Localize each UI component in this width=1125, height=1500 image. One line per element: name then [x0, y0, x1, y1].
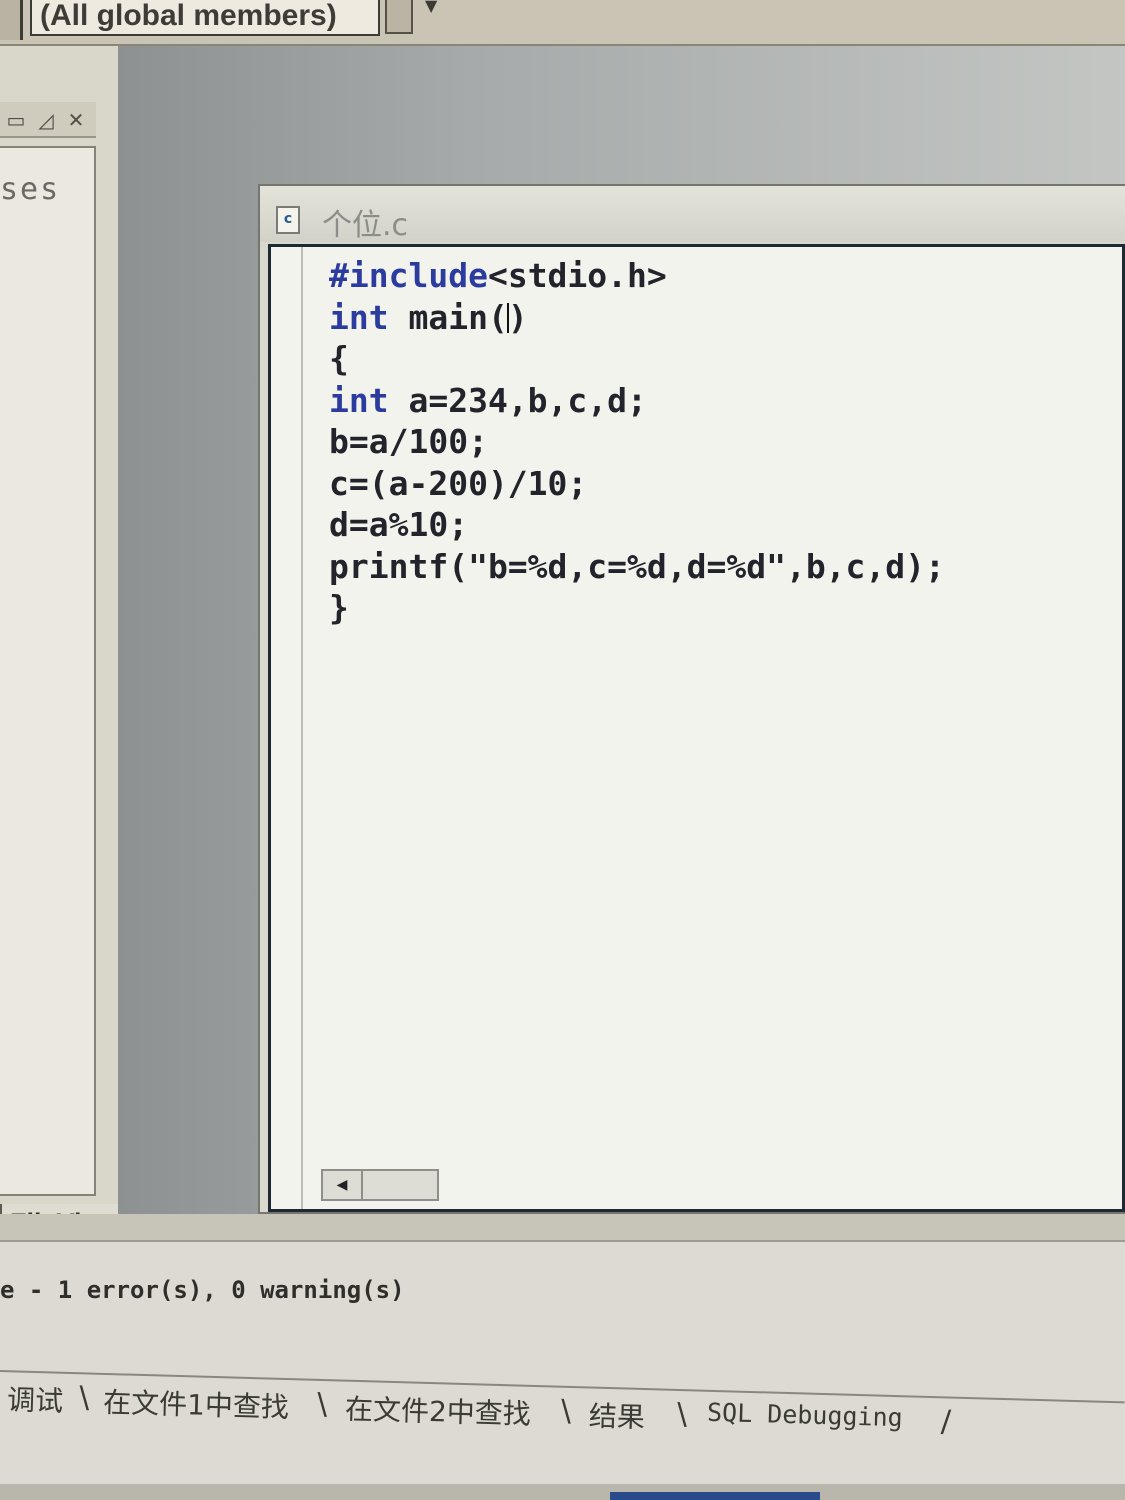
code-line[interactable]: d=a%10; [329, 504, 945, 546]
scroll-left-icon[interactable]: ◀ [323, 1171, 363, 1199]
code-line[interactable]: { [329, 338, 945, 380]
tab-separator: \ [316, 1386, 328, 1423]
code-line[interactable]: c=(a-200)/10; [329, 463, 945, 505]
dock-icon[interactable]: ▭ [4, 108, 28, 132]
workspace-pane-header: ▭ ◿ ✕ [0, 102, 96, 138]
taskbar-indicator [610, 1492, 820, 1500]
include-target: <stdio.h> [487, 256, 667, 295]
horizontal-scrollbar[interactable]: ◀ [321, 1169, 439, 1201]
build-result-text[interactable]: e - 1 error(s), 0 warning(s) [0, 1276, 405, 1304]
status-bar [0, 1484, 1125, 1500]
toolbar-button[interactable] [0, 0, 23, 40]
c-source-file-icon: c [276, 206, 300, 234]
declaration-rest: a=234,b,c,d; [388, 380, 647, 420]
main-signature-start: main( [388, 297, 508, 337]
editor-gutter[interactable] [271, 247, 303, 1209]
workspace-pane: ▭ ◿ ✕ ses FileView [0, 46, 132, 1246]
dropdown-arrow-icon[interactable]: ▼ [425, 0, 445, 14]
tab-find-in-files-1[interactable]: 在文件1中查找 [103, 1381, 290, 1426]
tab-sql-debugging[interactable]: SQL Debugging [707, 1398, 903, 1432]
document-title-bar[interactable]: c 个位.c [260, 186, 1125, 243]
code-line[interactable]: } [329, 587, 945, 629]
tab-results[interactable]: 结果 [588, 1394, 645, 1436]
tab-debug[interactable]: 调试 [7, 1378, 64, 1420]
code-text[interactable]: #include<stdio.h> int main() { int a=234… [329, 255, 945, 629]
preprocessor-keyword: #include [329, 256, 488, 295]
code-line-include[interactable]: #include<stdio.h> [329, 255, 945, 297]
main-signature-end: ) [507, 297, 528, 337]
output-splitter[interactable] [0, 1214, 1125, 1242]
output-tabs: 调试 \ 在文件1中查找 \ 在文件2中查找 \ 结果 \ SQL Debugg… [0, 1370, 1125, 1464]
document-title: 个位.c [322, 208, 409, 243]
code-line-declaration[interactable]: int a=234,b,c,d; [329, 380, 945, 422]
tree-root-label[interactable]: ses [0, 172, 60, 207]
tab-separator: / [940, 1404, 952, 1440]
type-keyword: int [329, 297, 389, 337]
tab-separator: \ [560, 1393, 572, 1429]
tab-separator: \ [676, 1396, 688, 1433]
code-line[interactable]: b=a/100; [329, 421, 945, 463]
tab-find-in-files-2[interactable]: 在文件2中查找 [345, 1388, 532, 1433]
code-line[interactable]: printf("b=%d,c=%d,d=%d",b,c,d); [329, 546, 945, 588]
maximize-icon[interactable]: ◿ [34, 108, 58, 132]
code-line-main[interactable]: int main() [329, 297, 945, 339]
members-combo[interactable]: (All global members) [30, 0, 380, 36]
type-keyword: int [329, 380, 389, 420]
close-icon[interactable]: ✕ [64, 108, 88, 132]
class-tree[interactable]: ses [0, 146, 96, 1196]
combo-dropdown-button[interactable] [385, 0, 413, 34]
document-window: c 个位.c #include<stdio.h> int main() { in… [258, 184, 1125, 1214]
tab-separator: \ [78, 1380, 90, 1416]
code-editor[interactable]: #include<stdio.h> int main() { int a=234… [268, 244, 1125, 1212]
output-pane: e - 1 error(s), 0 warning(s) 调试 \ 在文件1中查… [0, 1214, 1125, 1500]
toolbar: (All global members) ▼ [0, 0, 1125, 46]
